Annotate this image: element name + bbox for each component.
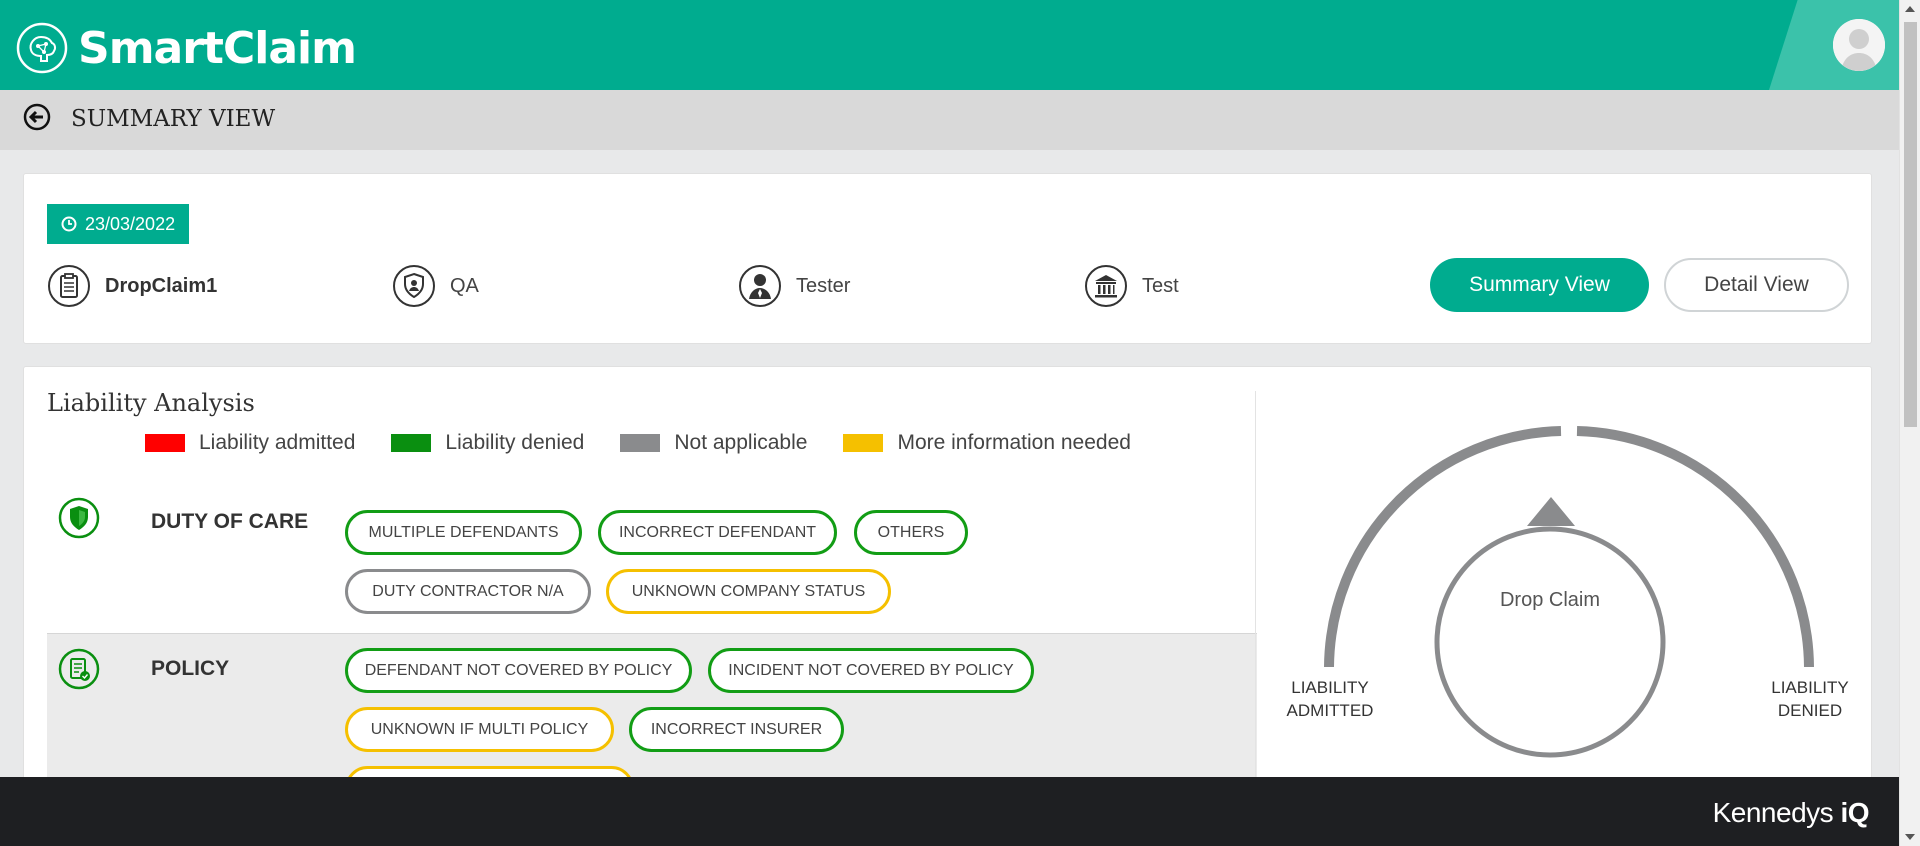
- gauge-label-denied: LIABILITY DENIED: [1765, 676, 1855, 722]
- team-name: QA: [450, 274, 479, 297]
- category-policy: POLICY DEFENDANT NOT COVERED BY POLICY I…: [47, 633, 1257, 785]
- vertical-scrollbar[interactable]: [1899, 0, 1920, 846]
- scroll-down-arrow-icon[interactable]: [1905, 834, 1915, 840]
- summary-view-button[interactable]: Summary View: [1430, 258, 1649, 312]
- tag-pill[interactable]: OTHERS: [854, 510, 968, 555]
- category-duty-of-care: DUTY OF CARE MULTIPLE DEFENDANTS INCORRE…: [47, 497, 1257, 642]
- gauge-label-line: ADMITTED: [1286, 701, 1374, 720]
- legend-item: Not applicable: [620, 431, 807, 455]
- category-label: POLICY: [151, 657, 230, 680]
- person-icon: [739, 265, 781, 307]
- legend-swatch-grey: [620, 434, 661, 452]
- category-label: DUTY OF CARE: [151, 510, 309, 533]
- organisation-name: Test: [1142, 274, 1179, 297]
- brand[interactable]: SmartClaim: [16, 22, 357, 74]
- liability-gauge: LIABILITY ADMITTED LIABILITY DENIED Drop…: [1277, 389, 1857, 785]
- user-item: Tester: [738, 264, 850, 308]
- user-name: Tester: [796, 274, 851, 297]
- legend: Liability admitted Liability denied Not …: [145, 431, 1167, 455]
- legend-label: More information needed: [897, 431, 1131, 454]
- gauge-center-circle: [1434, 526, 1666, 758]
- tag-pill[interactable]: DUTY CONTRACTOR N/A: [345, 569, 591, 614]
- page-toolbar: [0, 90, 1899, 150]
- footer-brand-logo: Kennedys iQ: [1712, 797, 1870, 829]
- page-footer: Kennedys iQ: [0, 777, 1899, 846]
- legend-swatch-yellow: [843, 434, 884, 452]
- detail-view-button[interactable]: Detail View: [1664, 258, 1849, 312]
- legend-label: Liability denied: [445, 431, 585, 454]
- gauge-label-line: LIABILITY: [1771, 678, 1849, 697]
- user-avatar[interactable]: [1833, 19, 1885, 71]
- claim-name-item: DropClaim1: [47, 264, 217, 308]
- gauge-needle: [1527, 497, 1575, 526]
- back-arrow-icon[interactable]: [23, 103, 51, 131]
- scroll-up-arrow-icon[interactable]: [1905, 6, 1915, 12]
- organisation-item: Test: [1084, 264, 1179, 308]
- legend-swatch-red: [145, 434, 185, 452]
- tag-pill[interactable]: INCORRECT DEFENDANT: [598, 510, 837, 555]
- claim-info-card: 23/03/2022 DropClaim1 QA Tester Test Sum…: [23, 173, 1872, 344]
- legend-item: More information needed: [843, 431, 1131, 455]
- tag-pill[interactable]: INCIDENT NOT COVERED BY POLICY: [708, 648, 1034, 693]
- liability-analysis-card: Liability Analysis Liability admitted Li…: [23, 366, 1872, 786]
- shield-user-icon: [393, 265, 435, 307]
- footer-brand-name: Kennedys: [1712, 797, 1834, 828]
- claim-date: 23/03/2022: [85, 213, 176, 234]
- clock-icon: [61, 216, 77, 232]
- legend-item: Liability admitted: [145, 431, 355, 455]
- team-item: QA: [392, 264, 479, 308]
- legend-label: Not applicable: [674, 431, 808, 454]
- vertical-divider: [1255, 391, 1256, 785]
- gauge-label-line: LIABILITY: [1291, 678, 1369, 697]
- footer-brand-suffix: iQ: [1840, 797, 1869, 828]
- scroll-thumb[interactable]: [1904, 22, 1917, 427]
- tag-pill[interactable]: DEFENDANT NOT COVERED BY POLICY: [345, 648, 692, 693]
- legend-label: Liability admitted: [199, 431, 356, 454]
- claim-name: DropClaim1: [105, 274, 218, 297]
- brain-logo-icon: [16, 22, 68, 74]
- bank-icon: [1085, 265, 1127, 307]
- section-title: Liability Analysis: [47, 389, 255, 417]
- app-header: SmartClaim: [0, 0, 1899, 90]
- gauge-graphic: [1324, 426, 1814, 758]
- tag-pill[interactable]: UNKNOWN IF MULTI POLICY: [345, 707, 614, 752]
- legend-item: Liability denied: [391, 431, 584, 455]
- app-name: SmartClaim: [78, 22, 357, 74]
- tag-pill[interactable]: MULTIPLE DEFENDANTS: [345, 510, 582, 555]
- gauge-center-text: Drop Claim: [1499, 589, 1601, 611]
- legend-swatch-green: [391, 434, 432, 452]
- user-avatar-icon: [1833, 19, 1885, 71]
- tag-pill[interactable]: INCORRECT INSURER: [629, 707, 844, 752]
- policy-document-icon: [58, 648, 100, 690]
- gauge-label-line: DENIED: [1777, 701, 1843, 720]
- page-title: SUMMARY VIEW: [71, 106, 276, 132]
- clipboard-icon: [48, 265, 90, 307]
- gauge-label-admitted: LIABILITY ADMITTED: [1285, 676, 1375, 722]
- shield-icon: [58, 497, 100, 539]
- claim-date-badge: 23/03/2022: [47, 204, 190, 244]
- tag-pill[interactable]: UNKNOWN COMPANY STATUS: [606, 569, 891, 614]
